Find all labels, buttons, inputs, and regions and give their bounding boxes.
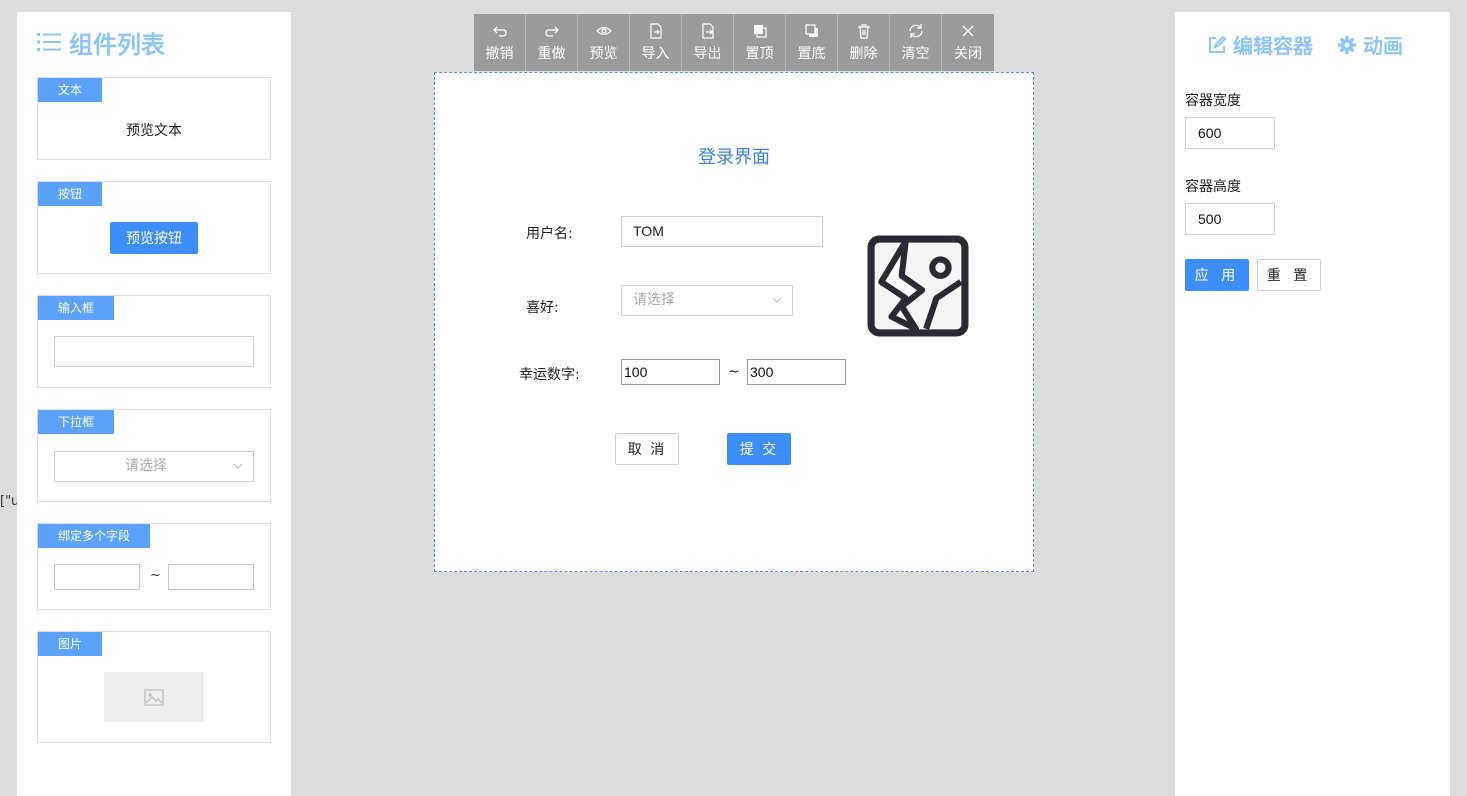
container-width-input[interactable]: 600 [1185, 117, 1275, 149]
stray-text: ["us [0, 494, 17, 509]
component-card-range[interactable]: 绑定多个字段 ~ [37, 523, 271, 610]
range-separator: ~ [150, 568, 161, 583]
trash-icon [857, 23, 870, 39]
import-label: 导入 [641, 45, 670, 62]
bring-top-icon [753, 24, 767, 38]
range-min-input[interactable] [54, 564, 140, 590]
form-title: 登录界面 [698, 147, 770, 168]
eye-icon [595, 26, 612, 35]
tab-edit-label: 编辑容器 [1233, 34, 1313, 58]
gear-icon [1338, 35, 1356, 54]
export-label: 导出 [693, 45, 722, 62]
preview-text: 预览文本 [126, 123, 182, 139]
close-icon [962, 25, 974, 36]
component-tag: 输入框 [38, 296, 115, 320]
send-bottom-button[interactable]: 置底 [786, 14, 838, 71]
tab-animation[interactable]: 动画 [1337, 30, 1403, 59]
lucky-number-label: 幸运数字: [519, 367, 580, 383]
undo-label: 撤销 [485, 45, 514, 62]
preview-input[interactable] [54, 336, 254, 367]
component-card-image[interactable]: 图片 [37, 631, 271, 743]
cancel-button[interactable]: 取 消 [615, 433, 679, 465]
export-button[interactable]: 导出 [682, 14, 734, 71]
preview-action-button[interactable]: 预览 [578, 14, 630, 71]
component-card-text[interactable]: 文本 预览文本 [37, 77, 271, 160]
undo-icon [492, 26, 507, 37]
clear-button[interactable]: 清空 [890, 14, 942, 71]
image-icon [144, 688, 164, 706]
tab-edit-container[interactable]: 编辑容器 [1207, 30, 1313, 59]
close-button[interactable]: 关闭 [942, 14, 994, 71]
broken-image-icon [867, 235, 969, 337]
component-list-title: 组件列表 [69, 30, 165, 59]
preview-select[interactable]: 请选择 [54, 451, 254, 482]
submit-button[interactable]: 提 交 [727, 433, 791, 465]
username-label: 用户名: [526, 226, 573, 242]
component-card-input[interactable]: 输入框 [37, 295, 271, 388]
component-list-header: 组件列表 [37, 26, 165, 59]
container-height-input[interactable]: 500 [1185, 203, 1275, 235]
preview-button[interactable]: 预览按钮 [110, 222, 198, 254]
hobby-select[interactable]: 请选择 [621, 285, 793, 316]
bring-top-button[interactable]: 置顶 [734, 14, 786, 71]
select-placeholder: 请选择 [125, 458, 167, 474]
chevron-down-icon [233, 463, 243, 469]
undo-button[interactable]: 撤销 [474, 14, 526, 71]
username-input[interactable]: TOM [621, 216, 823, 247]
redo-label: 重做 [537, 45, 566, 62]
image-placeholder [104, 672, 204, 722]
close-label: 关闭 [954, 45, 982, 62]
lucky-min-input[interactable]: 100 [621, 359, 720, 385]
apply-button[interactable]: 应 用 [1185, 259, 1249, 291]
import-icon [649, 22, 662, 39]
bring-top-label: 置顶 [745, 45, 774, 62]
send-bottom-label: 置底 [797, 45, 826, 62]
lucky-separator: ~ [728, 364, 740, 380]
chevron-down-icon [772, 297, 782, 303]
list-icon [37, 33, 61, 51]
properties-tabs: 编辑容器 动画 [1207, 30, 1403, 59]
edit-icon [1209, 35, 1227, 53]
container-height-label: 容器高度 [1185, 179, 1241, 195]
component-tag: 按钮 [38, 182, 103, 206]
hobby-placeholder: 请选择 [633, 292, 675, 308]
redo-icon [544, 26, 559, 37]
import-button[interactable]: 导入 [630, 14, 682, 71]
clear-label: 清空 [901, 45, 930, 62]
preview-label: 预览 [589, 45, 618, 62]
component-tag: 图片 [38, 632, 103, 656]
send-bottom-icon [804, 23, 818, 37]
container-width-label: 容器宽度 [1185, 93, 1241, 109]
delete-label: 删除 [849, 45, 878, 62]
refresh-icon [908, 23, 923, 38]
component-card-select[interactable]: 下拉框 请选择 [37, 409, 271, 502]
redo-button[interactable]: 重做 [526, 14, 578, 71]
component-tag: 下拉框 [38, 410, 115, 434]
properties-panel: 编辑容器 动画 容器宽度 600 容器高度 500 应 用 重 置 [1175, 12, 1450, 796]
lucky-max-input[interactable]: 300 [747, 359, 846, 385]
export-icon [701, 22, 714, 39]
component-tag: 文本 [38, 78, 103, 102]
reset-button[interactable]: 重 置 [1257, 259, 1321, 291]
range-max-input[interactable] [168, 564, 254, 590]
hobby-label: 喜好: [526, 300, 559, 316]
design-canvas[interactable]: 登录界面 用户名: TOM 喜好: 请选择 幸运数字: 100 ~ 300 取 … [434, 72, 1034, 572]
component-tag: 绑定多个字段 [38, 524, 151, 548]
delete-button[interactable]: 删除 [838, 14, 890, 71]
component-list-panel: 组件列表 文本 预览文本 按钮 预览按钮 输入框 下拉框 请选择 绑定多个字段 … [17, 12, 291, 796]
toolbar: 撤销 重做 预览 导入 导出 置顶 置底 删除 清空 关闭 [474, 14, 994, 71]
component-card-button[interactable]: 按钮 预览按钮 [37, 181, 271, 274]
tab-animation-label: 动画 [1363, 34, 1403, 58]
